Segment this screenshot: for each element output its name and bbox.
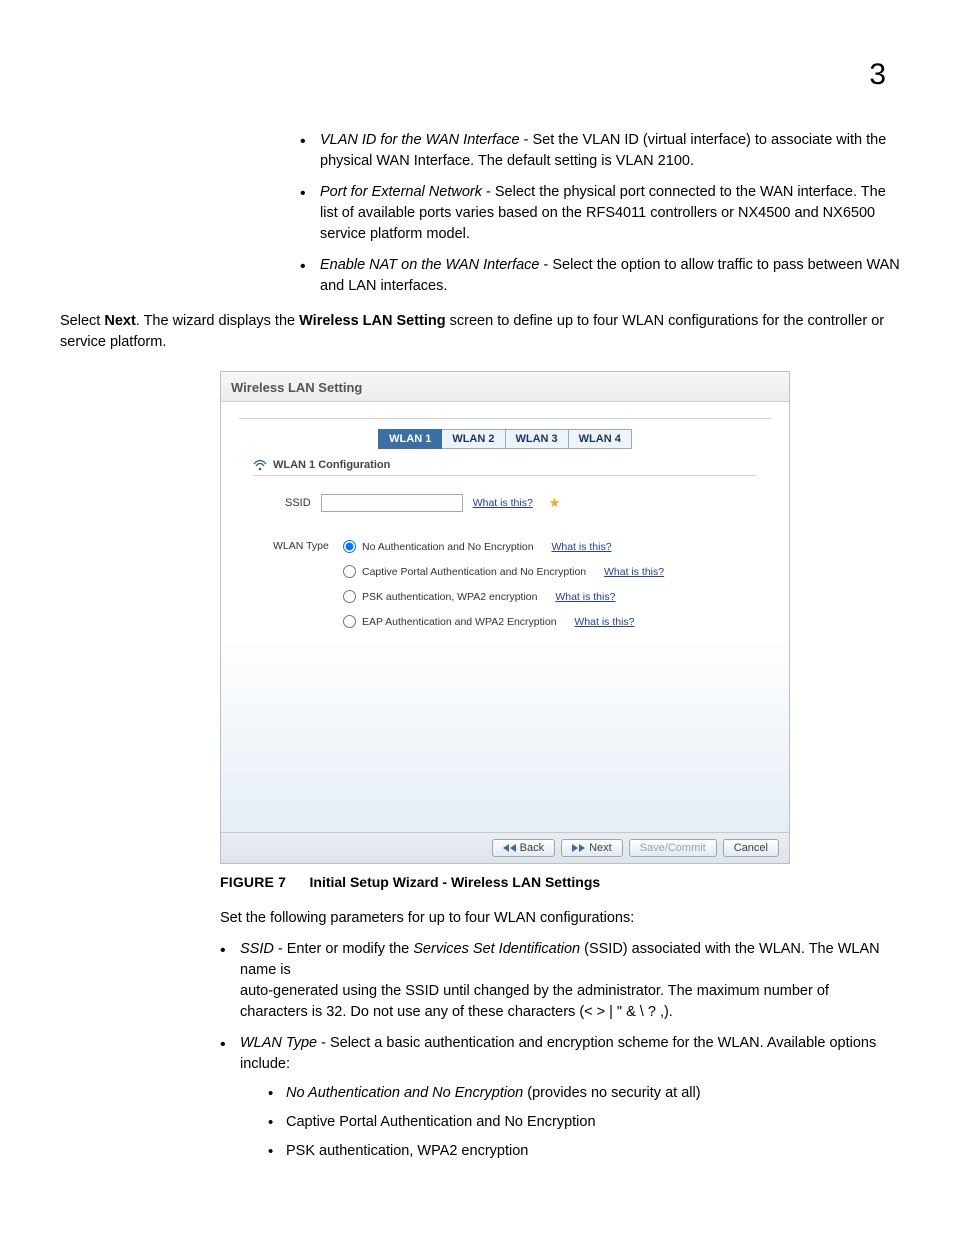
text: Captive Portal Authentication and No Enc…	[286, 1114, 596, 1130]
ssid-row: SSID What is this? ★	[285, 494, 771, 512]
bullet-label: VLAN ID for the WAN Interface	[320, 132, 520, 148]
button-label: Save/Commit	[640, 842, 706, 854]
sub-bullet-item: PSK authentication, WPA2 encryption	[268, 1141, 900, 1162]
bullet-item: SSID - Enter or modify the Services Set …	[220, 939, 900, 1023]
text: auto-generated using the SSID until chan…	[240, 983, 829, 1020]
wlan-type-option: Captive Portal Authentication and No Enc…	[343, 565, 664, 578]
back-arrow-icon	[503, 844, 509, 852]
wlan-type-option: EAP Authentication and WPA2 Encryption W…	[343, 615, 664, 628]
figure-screenshot: Wireless LAN Setting WLAN 1 WLAN 2 WLAN …	[220, 371, 790, 864]
next-arrow-icon	[572, 844, 578, 852]
what-is-this-link[interactable]: What is this?	[473, 497, 533, 509]
next-arrow-icon	[579, 844, 585, 852]
what-is-this-link[interactable]: What is this?	[604, 566, 664, 578]
paragraph: Select Next. The wizard displays the Wir…	[60, 311, 900, 353]
wifi-icon	[253, 459, 267, 471]
wlan-type-label: WLAN Type	[273, 540, 335, 552]
tab-wlan-4[interactable]: WLAN 4	[569, 429, 632, 449]
bullet-item: WLAN Type - Select a basic authenticatio…	[220, 1033, 900, 1162]
wlan-tabs: WLAN 1 WLAN 2 WLAN 3 WLAN 4	[239, 429, 771, 449]
wlan-type-option: No Authentication and No Encryption What…	[343, 540, 664, 553]
next-button[interactable]: Next	[561, 839, 623, 857]
config-header-text: WLAN 1 Configuration	[273, 459, 390, 471]
text: (provides no security at all)	[523, 1085, 700, 1101]
cancel-button[interactable]: Cancel	[723, 839, 779, 857]
text: PSK authentication, WPA2 encryption	[286, 1143, 528, 1159]
option-label: Captive Portal Authentication and No Enc…	[362, 566, 586, 578]
paragraph: Set the following parameters for up to f…	[220, 908, 900, 929]
text: Select	[60, 313, 104, 329]
tab-wlan-3[interactable]: WLAN 3	[506, 429, 569, 449]
text: - Enter or modify the	[274, 941, 413, 957]
intro-bullet-block: VLAN ID for the WAN Interface - Set the …	[300, 130, 900, 297]
text-italic: No Authentication and No Encryption	[286, 1085, 523, 1101]
radio-captive-portal[interactable]	[343, 565, 356, 578]
radio-no-auth[interactable]	[343, 540, 356, 553]
what-is-this-link[interactable]: What is this?	[555, 591, 615, 603]
save-commit-button[interactable]: Save/Commit	[629, 839, 717, 857]
bullet-item: Enable NAT on the WAN Interface - Select…	[300, 255, 900, 297]
wlan-setting-panel: Wireless LAN Setting WLAN 1 WLAN 2 WLAN …	[220, 371, 790, 864]
button-label: Back	[520, 842, 544, 854]
figure-title: Initial Setup Wizard - Wireless LAN Sett…	[310, 874, 601, 890]
panel-title: Wireless LAN Setting	[221, 372, 789, 402]
required-star-icon: ★	[549, 495, 561, 511]
text: . The wizard displays the	[136, 313, 299, 329]
bullet-item: Port for External Network - Select the p…	[300, 182, 900, 245]
radio-psk[interactable]	[343, 590, 356, 603]
button-label: Cancel	[734, 842, 768, 854]
button-label: Next	[589, 842, 612, 854]
bullet-label: Enable NAT on the WAN Interface	[320, 257, 540, 273]
tab-wlan-1[interactable]: WLAN 1	[378, 429, 442, 449]
tab-wlan-2[interactable]: WLAN 2	[442, 429, 505, 449]
option-label: PSK authentication, WPA2 encryption	[362, 591, 538, 603]
option-label: EAP Authentication and WPA2 Encryption	[362, 616, 557, 628]
sub-bullet-item: Captive Portal Authentication and No Enc…	[268, 1112, 900, 1133]
what-is-this-link[interactable]: What is this?	[574, 616, 634, 628]
text: - Select a basic authentication and encr…	[240, 1035, 876, 1072]
figure-number: FIGURE 7	[220, 874, 286, 890]
option-label: No Authentication and No Encryption	[362, 541, 534, 553]
back-button[interactable]: Back	[492, 839, 555, 857]
text-bold: Wireless LAN Setting	[299, 313, 446, 329]
text-italic: Services Set Identification	[413, 941, 580, 957]
wizard-footer: Back Next Save/Commit Cancel	[221, 832, 789, 863]
bullet-item: VLAN ID for the WAN Interface - Set the …	[300, 130, 900, 172]
divider	[239, 418, 771, 419]
bullet-label: WLAN Type	[240, 1035, 317, 1051]
bullet-label: SSID	[240, 941, 274, 957]
ssid-label: SSID	[285, 497, 311, 509]
figure-caption: FIGURE 7 Initial Setup Wizard - Wireless…	[220, 874, 894, 890]
wlan-type-option: PSK authentication, WPA2 encryption What…	[343, 590, 664, 603]
radio-eap[interactable]	[343, 615, 356, 628]
what-is-this-link[interactable]: What is this?	[551, 541, 611, 553]
page-number: 3	[869, 58, 886, 92]
back-arrow-icon	[510, 844, 516, 852]
text-bold: Next	[104, 313, 135, 329]
ssid-input[interactable]	[321, 494, 463, 512]
sub-bullet-item: No Authentication and No Encryption (pro…	[268, 1083, 900, 1104]
config-header: WLAN 1 Configuration	[253, 459, 757, 476]
bullet-label: Port for External Network	[320, 184, 482, 200]
